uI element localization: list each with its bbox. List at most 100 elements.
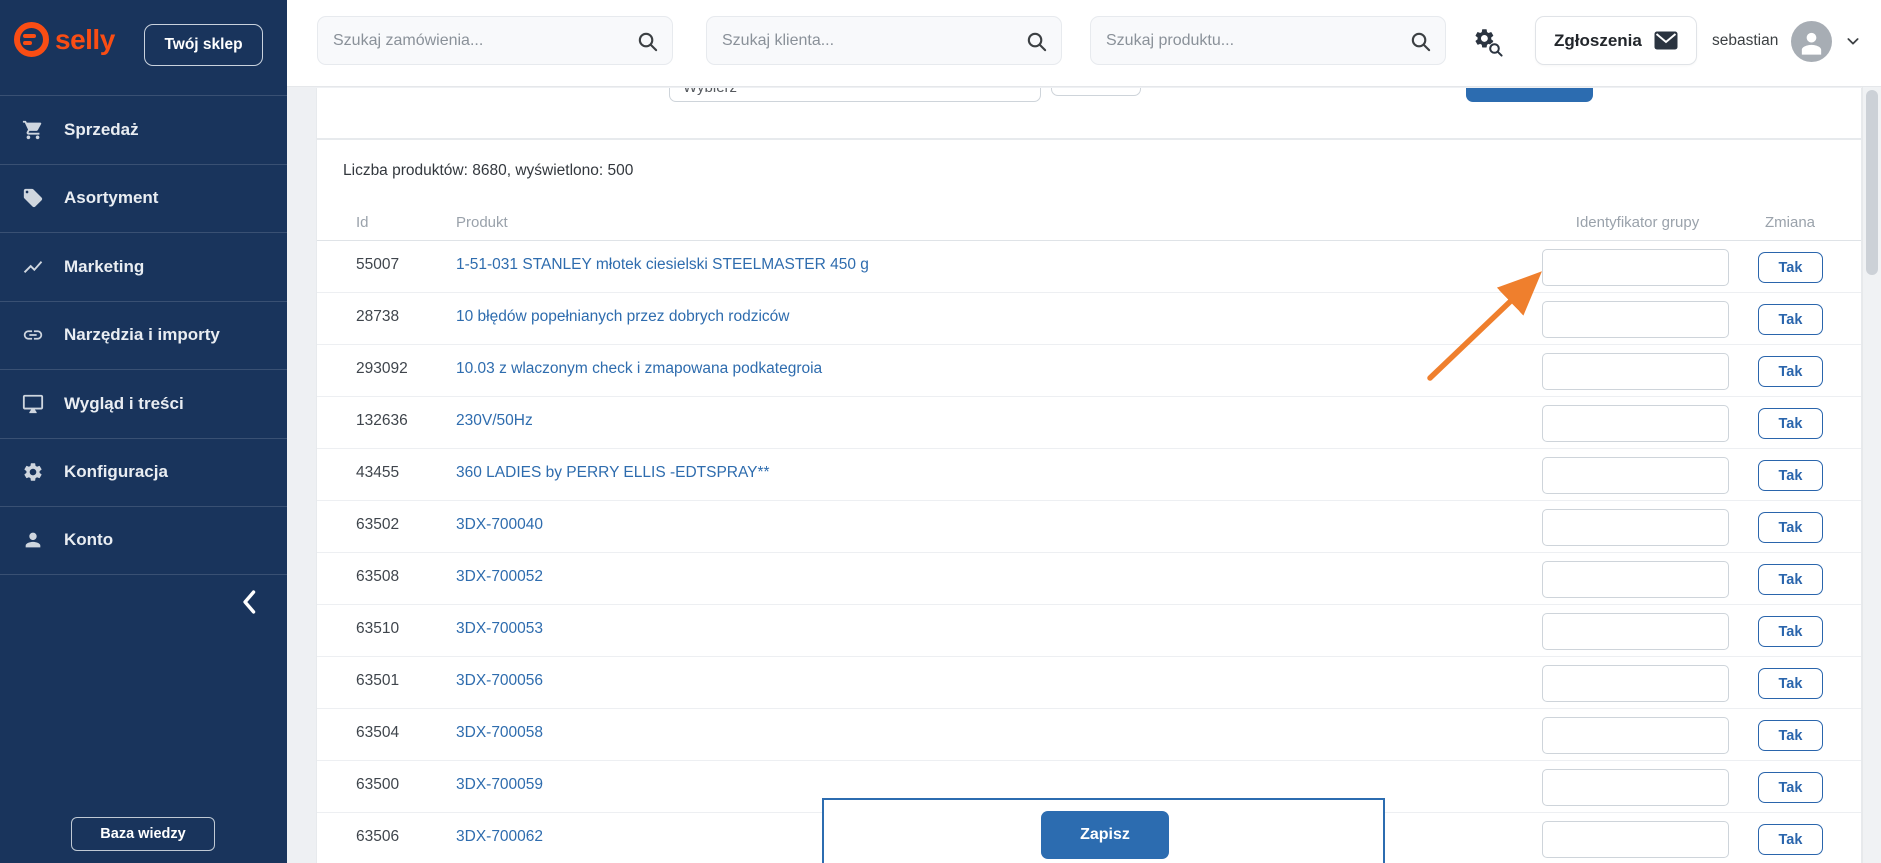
table-row: 132636 230V/50Hz Tak	[317, 397, 1861, 449]
reports-button-label: Zgłoszenia	[1554, 30, 1642, 50]
filter-small-input[interactable]	[1051, 88, 1141, 96]
knowledge-base-button[interactable]: Baza wiedzy	[71, 817, 215, 851]
reports-button[interactable]: Zgłoszenia	[1535, 16, 1697, 65]
cart-icon	[22, 119, 44, 141]
table-row: 293092 10.03 z wlaczonym check i zmapowa…	[317, 345, 1861, 397]
change-yes-button[interactable]: Tak	[1758, 460, 1823, 491]
change-yes-button[interactable]: Tak	[1758, 564, 1823, 595]
product-link[interactable]: 3DX-700056	[456, 672, 543, 690]
category-select-value: Wybierz	[683, 88, 737, 96]
avatar	[1791, 20, 1833, 62]
search-order-box	[317, 16, 673, 65]
envelope-icon	[1654, 31, 1678, 50]
save-bar: Zapisz	[822, 798, 1385, 863]
scrollbar-thumb[interactable]	[1866, 90, 1878, 275]
products-summary: Liczba produktów: 8680, wyświetlono: 500	[343, 162, 634, 179]
product-id: 132636	[356, 412, 408, 429]
chevron-down-icon	[1847, 38, 1859, 45]
selly-logo-icon	[14, 22, 49, 57]
product-link[interactable]: 3DX-700058	[456, 724, 543, 742]
group-id-input[interactable]	[1542, 405, 1729, 442]
sidebar-item-konto[interactable]: Konto	[0, 506, 287, 575]
sidebar-item-label: Wygląd i treści	[64, 393, 184, 413]
user-menu[interactable]: sebastian	[1712, 20, 1861, 62]
change-yes-button[interactable]: Tak	[1758, 304, 1823, 335]
product-link[interactable]: 3DX-700052	[456, 568, 543, 586]
product-id: 55007	[356, 256, 400, 273]
product-link[interactable]: 3DX-700040	[456, 516, 543, 534]
search-client-input[interactable]	[707, 17, 1061, 64]
search-icon[interactable]	[1025, 30, 1048, 53]
group-id-input[interactable]	[1542, 821, 1729, 858]
category-select[interactable]: Wybierz	[669, 88, 1041, 102]
table-row: 55007 1-51-031 STANLEY młotek ciesielski…	[317, 241, 1861, 293]
sidebar-item-narzedzia[interactable]: Narzędzia i importy	[0, 300, 287, 370]
product-link[interactable]: 230V/50Hz	[456, 412, 533, 430]
column-header-change: Zmiana	[1764, 214, 1816, 231]
group-id-input[interactable]	[1542, 665, 1729, 702]
change-yes-button[interactable]: Tak	[1758, 408, 1823, 439]
group-id-input[interactable]	[1542, 769, 1729, 806]
search-client-box	[706, 16, 1062, 65]
sidebar-item-sprzedaz[interactable]: Sprzedaż	[0, 95, 287, 164]
search-icon[interactable]	[1409, 30, 1432, 53]
change-yes-button[interactable]: Tak	[1758, 668, 1823, 699]
search-product-box	[1090, 16, 1446, 65]
filter-submit-button[interactable]	[1466, 88, 1593, 102]
table-row: 63501 3DX-700056 Tak	[317, 657, 1861, 709]
advanced-search-gear-icon[interactable]	[1473, 27, 1506, 60]
product-id: 293092	[356, 360, 408, 377]
monitor-icon	[22, 393, 44, 415]
change-yes-button[interactable]: Tak	[1758, 356, 1823, 387]
sidebar-item-wyglad[interactable]: Wygląd i treści	[0, 369, 287, 438]
sidebar-item-marketing[interactable]: Marketing	[0, 232, 287, 301]
product-link[interactable]: 3DX-700059	[456, 776, 543, 794]
table-body: 55007 1-51-031 STANLEY młotek ciesielski…	[317, 241, 1861, 863]
your-shop-button[interactable]: Twój sklep	[144, 24, 263, 66]
selly-logo-text: selly	[55, 23, 115, 55]
products-card: Liczba produktów: 8680, wyświetlono: 500…	[316, 139, 1862, 863]
group-id-input[interactable]	[1542, 301, 1729, 338]
change-yes-button[interactable]: Tak	[1758, 616, 1823, 647]
sidebar-item-asortyment[interactable]: Asortyment	[0, 163, 287, 233]
gear-icon	[22, 461, 44, 483]
user-icon	[22, 529, 44, 551]
product-link[interactable]: 3DX-700062	[456, 828, 543, 846]
change-yes-button[interactable]: Tak	[1758, 720, 1823, 751]
group-id-input[interactable]	[1542, 249, 1729, 286]
group-id-input[interactable]	[1542, 717, 1729, 754]
product-id: 28738	[356, 308, 400, 325]
product-id: 63506	[356, 828, 400, 845]
change-yes-button[interactable]: Tak	[1758, 772, 1823, 803]
group-id-input[interactable]	[1542, 457, 1729, 494]
group-id-input[interactable]	[1542, 509, 1729, 546]
search-order-input[interactable]	[318, 17, 672, 64]
search-icon[interactable]	[636, 30, 659, 53]
chart-icon	[22, 256, 44, 278]
change-yes-button[interactable]: Tak	[1758, 252, 1823, 283]
column-header-id: Id	[356, 214, 369, 231]
selly-logo[interactable]: selly	[14, 22, 115, 57]
group-id-input[interactable]	[1542, 353, 1729, 390]
vertical-scrollbar[interactable]	[1862, 87, 1881, 863]
product-link[interactable]: 10 błędów popełnianych przez dobrych rod…	[456, 308, 789, 326]
search-product-input[interactable]	[1091, 17, 1445, 64]
group-id-input[interactable]	[1542, 561, 1729, 598]
product-link[interactable]: 10.03 z wlaczonym check i zmapowana podk…	[456, 360, 822, 378]
product-link[interactable]: 1-51-031 STANLEY młotek ciesielski STEEL…	[456, 256, 869, 274]
product-link[interactable]: 360 LADIES by PERRY ELLIS -EDTSPRAY**	[456, 464, 770, 482]
filter-card: Wybierz	[316, 88, 1862, 139]
username: sebastian	[1712, 32, 1779, 49]
sidebar-collapse-chevron-icon[interactable]	[233, 585, 267, 619]
change-yes-button[interactable]: Tak	[1758, 824, 1823, 855]
product-id: 63508	[356, 568, 400, 585]
save-button[interactable]: Zapisz	[1041, 811, 1169, 859]
sidebar-item-konfiguracja[interactable]: Konfiguracja	[0, 437, 287, 507]
link-icon	[22, 324, 44, 346]
sidebar-item-label: Sprzedaż	[64, 119, 139, 139]
change-yes-button[interactable]: Tak	[1758, 512, 1823, 543]
product-id: 63500	[356, 776, 400, 793]
sidebar-item-label: Konfiguracja	[64, 462, 168, 482]
product-link[interactable]: 3DX-700053	[456, 620, 543, 638]
group-id-input[interactable]	[1542, 613, 1729, 650]
